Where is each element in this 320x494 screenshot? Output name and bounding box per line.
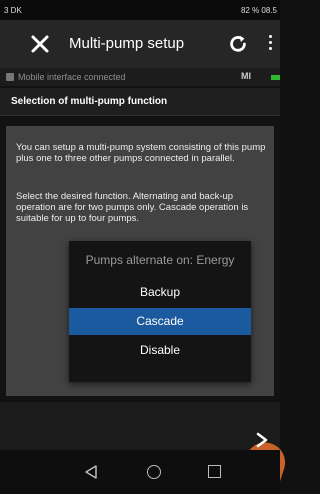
status-bar: 3 DK 82 % 08.5 <box>0 0 280 20</box>
device-code: MI <box>241 71 251 81</box>
option-disable[interactable]: Disable <box>69 337 251 364</box>
status-left-text: 3 DK <box>4 6 22 15</box>
android-nav-bar <box>0 450 280 494</box>
description-paragraph: You can setup a multi-pump system consis… <box>16 142 266 164</box>
more-vertical-icon[interactable] <box>269 35 273 51</box>
close-icon[interactable] <box>28 32 52 56</box>
dialog-title: Pumps alternate on: Energy <box>85 253 235 267</box>
recent-apps-icon[interactable] <box>208 465 221 478</box>
instruction-paragraph: Select the desired function. Alternating… <box>16 191 249 224</box>
connection-bar: Mobile interface connected MI <box>0 68 280 86</box>
option-backup[interactable]: Backup <box>69 279 251 306</box>
section-title: Selection of multi-pump function <box>11 96 168 107</box>
back-triangle-icon[interactable] <box>84 465 98 479</box>
page-title: Multi-pump setup <box>69 35 185 52</box>
connection-status: Mobile interface connected <box>18 72 126 82</box>
info-card: You can setup a multi-pump system consis… <box>6 126 274 396</box>
connection-indicator <box>271 75 280 80</box>
option-cascade[interactable]: Cascade <box>69 308 251 335</box>
status-right-text: 82 % 08.5 <box>240 6 277 15</box>
function-picker-dialog: Pumps alternate on: Energy Backup Cascad… <box>69 241 251 382</box>
checkbox-icon <box>6 73 14 81</box>
section-header: Selection of multi-pump function <box>0 88 280 116</box>
home-circle-icon[interactable] <box>147 465 161 479</box>
app-bar: Multi-pump setup <box>0 20 280 68</box>
refresh-icon[interactable] <box>227 33 249 55</box>
chevron-right-icon[interactable] <box>255 432 269 448</box>
footer-bar <box>0 402 291 494</box>
content-area: You can setup a multi-pump system consis… <box>0 118 280 402</box>
